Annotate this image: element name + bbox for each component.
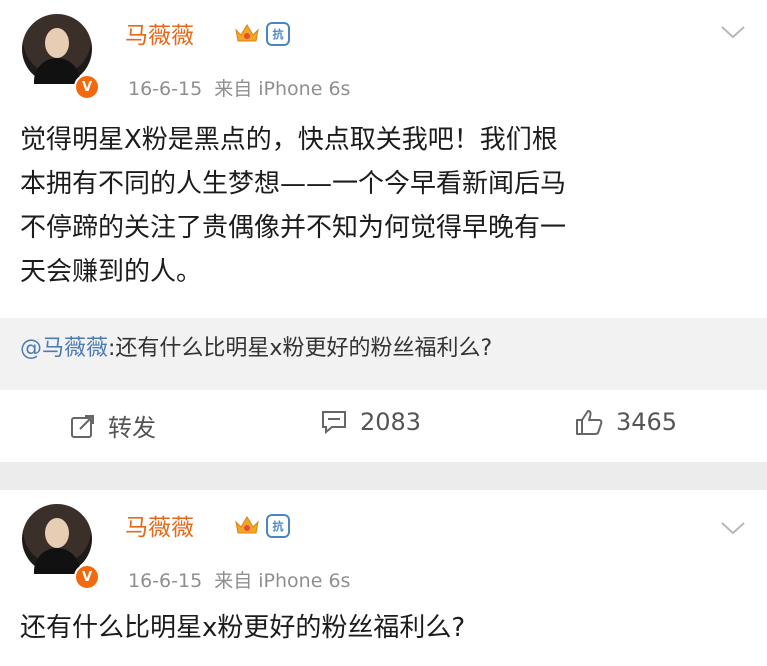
chevron-down-icon[interactable]	[720, 24, 746, 40]
post-meta: 16-6-15 来自 iPhone 6s	[128, 78, 351, 100]
content-line: 觉得明星X粉是黑点的，快点取关我吧！我们根	[20, 125, 558, 155]
post-meta: 16-6-15 来自 iPhone 6s	[128, 570, 351, 592]
chevron-down-icon[interactable]	[720, 520, 746, 536]
post-content: 还有什么比明星x粉更好的粉丝福利么?	[20, 606, 465, 650]
author-name[interactable]: 马薇薇	[125, 16, 194, 50]
repost-box[interactable]: @马薇薇:还有什么比明星x粉更好的粉丝福利么?	[0, 318, 767, 390]
weibo-post-1: V 马薇薇 抗 16-6-15 来自 iPhone 6s 觉得明星X粉是黑点的，…	[0, 0, 767, 462]
content-line: 还有什么比明星x粉更好的粉丝福利么?	[20, 613, 466, 643]
forward-label: 转发	[108, 414, 156, 442]
repost-body: :还有什么比明星x粉更好的粉丝福利么?	[108, 336, 493, 361]
crown-icon	[235, 24, 259, 42]
repost-mention[interactable]: @马薇薇	[20, 336, 108, 361]
comment-count: 2083	[360, 408, 422, 436]
shield-badge-icon: 抗	[266, 22, 290, 46]
verified-badge-icon: V	[74, 564, 100, 590]
comment-button[interactable]: 2083	[320, 408, 421, 436]
like-icon	[576, 410, 603, 435]
content-line: 天会赚到的人。	[20, 257, 203, 287]
avatar[interactable]	[22, 14, 92, 84]
verified-badge-icon: V	[74, 74, 100, 100]
forward-button[interactable]: 转发	[70, 408, 156, 443]
avatar[interactable]	[22, 504, 92, 574]
content-line: 不停蹄的关注了贵偶像并不知为何觉得早晚有一	[20, 213, 567, 243]
forward-icon	[71, 414, 94, 438]
repost-text: @马薇薇:还有什么比明星x粉更好的粉丝福利么?	[20, 330, 492, 362]
shield-badge-icon: 抗	[266, 514, 290, 538]
content-line: 本拥有不同的人生梦想——一个今早看新闻后马	[20, 169, 567, 199]
like-count: 3465	[616, 408, 678, 436]
weibo-post-2: V 马薇薇 抗 16-6-15 来自 iPhone 6s 还有什么比明星x粉更好…	[0, 490, 767, 666]
post-divider	[0, 462, 767, 490]
like-button[interactable]: 3465	[574, 408, 677, 436]
post-content: 觉得明星X粉是黑点的，快点取关我吧！我们根 本拥有不同的人生梦想——一个今早看新…	[20, 118, 566, 294]
crown-icon	[235, 516, 259, 534]
author-name[interactable]: 马薇薇	[125, 508, 194, 542]
comment-icon	[322, 411, 346, 435]
